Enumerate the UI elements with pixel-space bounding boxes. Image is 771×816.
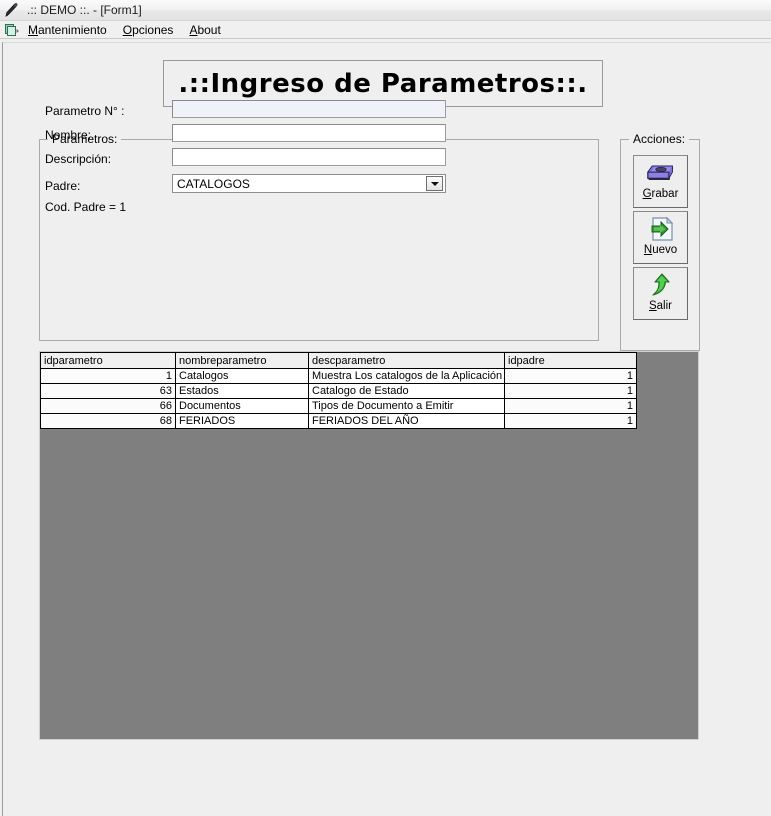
- floppy-disk-icon: [646, 165, 673, 181]
- datagrid-header-row: idparametro nombreparametro descparametr…: [40, 352, 637, 369]
- salir-button[interactable]: Salir: [633, 267, 688, 320]
- cell-idparametro: 66: [40, 398, 176, 414]
- column-header-idpadre[interactable]: idpadre: [504, 352, 637, 369]
- acciones-groupbox: Acciones: Grabar Nuevo Salir: [620, 132, 700, 351]
- acciones-legend: Acciones:: [629, 132, 690, 146]
- column-header-idparametro[interactable]: idparametro: [40, 352, 176, 369]
- menu-bar: Mantenimiento Opciones About: [0, 21, 771, 39]
- nombre-input[interactable]: [172, 124, 446, 142]
- nuevo-button[interactable]: Nuevo: [633, 211, 688, 264]
- form1-child-window: .::Ingreso de Parametros::. Parametros: …: [2, 42, 771, 816]
- cell-idpadre: 1: [504, 368, 637, 384]
- descripcion-input[interactable]: [172, 148, 446, 166]
- cell-nombreparametro: Catalogos: [175, 368, 309, 384]
- label-descripcion: Descripción:: [45, 152, 112, 166]
- cell-descparametro: Tipos de Documento a Emitir: [308, 398, 505, 414]
- column-header-descparametro[interactable]: descparametro: [308, 352, 505, 369]
- table-row[interactable]: 66 Documentos Tipos de Documento a Emiti…: [40, 398, 637, 414]
- cell-idparametro: 1: [40, 368, 176, 384]
- cell-idpadre: 1: [504, 383, 637, 399]
- datagrid-table: idparametro nombreparametro descparametr…: [40, 352, 637, 429]
- label-parametro-numero: Parametro N° :: [45, 104, 125, 118]
- table-row[interactable]: 68 FERIADOS FERIADOS DEL AÑO 1: [40, 413, 637, 429]
- cell-descparametro: Catalogo de Estado: [308, 383, 505, 399]
- grabar-button-label: Grabar: [642, 188, 679, 200]
- padre-selected-value: CATALOGOS: [177, 176, 250, 191]
- cell-idparametro: 68: [40, 413, 176, 429]
- cell-idpadre: 1: [504, 398, 637, 414]
- parametro-numero-input[interactable]: [172, 100, 446, 118]
- cell-idparametro: 63: [40, 383, 176, 399]
- cell-descparametro: FERIADOS DEL AÑO: [308, 413, 505, 429]
- new-page-arrow-icon: [651, 216, 673, 241]
- cell-descparametro: Muestra Los catalogos de la Aplicación: [308, 368, 505, 384]
- page-title: .::Ingreso de Parametros::.: [178, 68, 588, 99]
- menu-item-about[interactable]: About: [189, 23, 229, 37]
- cell-nombreparametro: Estados: [175, 383, 309, 399]
- label-nombre: Nombre:: [45, 128, 92, 142]
- pen-tool-icon: [5, 3, 18, 17]
- mdi-child-icon: [5, 23, 19, 36]
- menu-item-opciones[interactable]: Opciones: [123, 23, 183, 37]
- cell-idpadre: 1: [504, 413, 637, 429]
- cell-nombreparametro: Documentos: [175, 398, 309, 414]
- table-row[interactable]: 1 Catalogos Muestra Los catalogos de la …: [40, 368, 637, 384]
- parametros-groupbox: Parametros:: [39, 132, 599, 341]
- menu-item-mantenimiento[interactable]: Mantenimiento: [28, 23, 116, 37]
- window-title: .:: DEMO ::. - [Form1]: [27, 3, 142, 17]
- cod-padre-text: Cod. Padre = 1: [45, 200, 127, 214]
- parametros-datagrid[interactable]: idparametro nombreparametro descparametr…: [39, 351, 699, 740]
- mdi-client-area: .::Ingreso de Parametros::. Parametros: …: [0, 39, 771, 816]
- label-padre: Padre:: [45, 179, 81, 193]
- grabar-button[interactable]: Grabar: [633, 155, 688, 208]
- table-row[interactable]: 63 Estados Catalogo de Estado 1: [40, 383, 637, 399]
- chevron-down-icon[interactable]: [426, 176, 443, 191]
- padre-combobox[interactable]: CATALOGOS: [172, 174, 446, 193]
- window-titlebar: .:: DEMO ::. - [Form1]: [0, 0, 771, 21]
- cell-nombreparametro: FERIADOS: [175, 413, 309, 429]
- nuevo-button-label: Nuevo: [643, 244, 678, 256]
- exit-arrow-icon: [651, 273, 670, 296]
- column-header-nombreparametro[interactable]: nombreparametro: [175, 352, 309, 369]
- salir-button-label: Salir: [648, 300, 672, 312]
